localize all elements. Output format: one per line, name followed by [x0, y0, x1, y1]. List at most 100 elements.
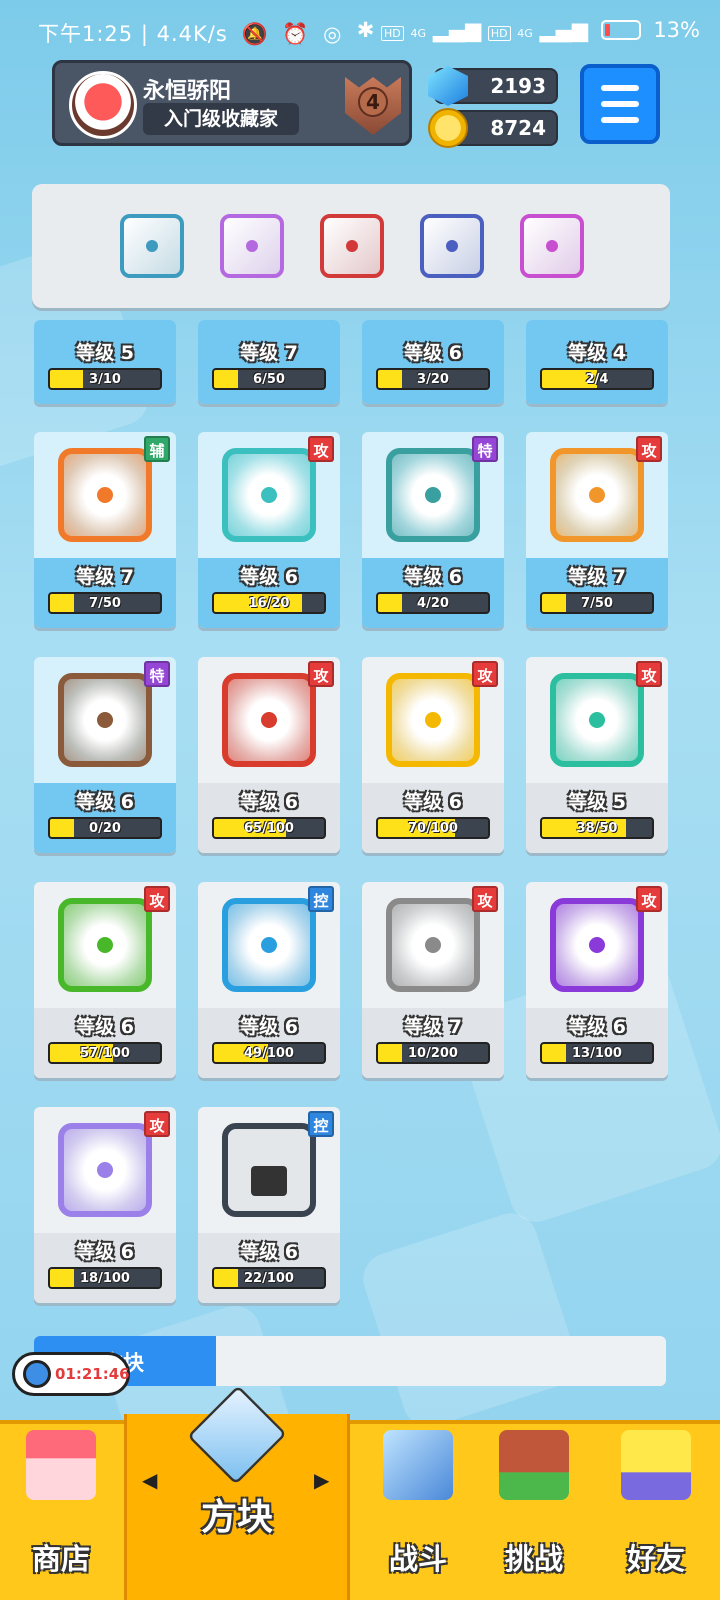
dice-icon: [58, 673, 152, 767]
status-bar: 下午1:25 | 4.4K/s 🔕 ⏰ ◎ ✱ HD 4G ▂▄▆ HD 4G …: [0, 0, 720, 62]
progress-text: 0/20: [89, 821, 121, 836]
die-pip: [97, 937, 113, 953]
progress-bar: 57/100: [48, 1042, 162, 1064]
dice-level: 等级 6: [240, 566, 298, 588]
type-tag-attack: 攻: [636, 661, 662, 687]
die-pip: [146, 240, 158, 252]
die-pip: [246, 240, 258, 252]
dice-icon: [550, 673, 644, 767]
type-tag-control: 控: [308, 886, 334, 912]
die-pip: [261, 487, 277, 503]
nav-dice-label: 方块: [200, 1497, 273, 1538]
dice-card[interactable]: 控等级 6 22/100: [198, 1107, 340, 1303]
nav-challenge[interactable]: 挑战: [476, 1420, 592, 1600]
dice-card[interactable]: 控等级 6 49/100: [198, 882, 340, 1078]
hd-badge-2: HD: [487, 26, 511, 41]
nav-challenge-label: 挑战: [504, 1542, 563, 1576]
progress-bar: 7/50: [48, 592, 162, 614]
dice-card[interactable]: 攻等级 6 65/100: [198, 657, 340, 853]
equipped-slot-storm[interactable]: [120, 214, 184, 278]
trophy-icon[interactable]: 4: [345, 77, 401, 135]
type-tag-control: 控: [308, 1111, 334, 1137]
nav-prev-arrow[interactable]: ◀: [142, 1468, 157, 1492]
dice-icon: [550, 898, 644, 992]
progress-text: 22/100: [244, 1271, 294, 1286]
nav-friends[interactable]: 好友: [592, 1420, 720, 1600]
clock-icon: [23, 1360, 51, 1388]
progress-bar: 3/10: [48, 368, 162, 390]
dice-card[interactable]: 等级 4 2/4: [526, 320, 668, 404]
equipped-slot-crack[interactable]: [320, 214, 384, 278]
progress-text: 16/20: [248, 596, 290, 611]
progress-bar: 65/100: [212, 817, 326, 839]
dice-card[interactable]: 特等级 6 0/20: [34, 657, 176, 853]
type-tag-attack: 攻: [144, 886, 170, 912]
progress-text: 7/50: [89, 596, 121, 611]
die-pip: [346, 240, 358, 252]
progress-text: 57/100: [80, 1046, 130, 1061]
nav-next-arrow[interactable]: ▶: [314, 1468, 329, 1492]
mute-bell-icon: 🔕: [241, 22, 269, 46]
progress-bar: 18/100: [48, 1267, 162, 1289]
rank-title: 入门级收藏家: [143, 103, 299, 135]
signal-icon-2: ▂▄▆: [539, 18, 588, 42]
dice-card[interactable]: 等级 6 3/20: [362, 320, 504, 404]
gem-counter[interactable]: 2193: [428, 66, 558, 106]
equipped-slot-rainbow[interactable]: [220, 214, 284, 278]
dice-card[interactable]: 攻等级 7 10/200: [362, 882, 504, 1078]
shop-timer: 01:21:46: [12, 1352, 130, 1396]
dice-card[interactable]: 攻等级 7 7/50: [526, 432, 668, 628]
progress-text: 3/20: [417, 372, 449, 387]
avatar[interactable]: [69, 71, 137, 139]
menu-icon: [601, 85, 639, 91]
background-dice-decoration: [356, 1206, 584, 1434]
dice-card[interactable]: 辅等级 7 7/50: [34, 432, 176, 628]
battery-icon: [600, 20, 641, 40]
dice-card[interactable]: 攻等级 6 18/100: [34, 1107, 176, 1303]
dice-card[interactable]: 攻等级 5 38/50: [526, 657, 668, 853]
equipped-slot-teleport[interactable]: [520, 214, 584, 278]
dice-card[interactable]: 等级 7 6/50: [198, 320, 340, 404]
dice-card[interactable]: 攻等级 6 13/100: [526, 882, 668, 1078]
dice-level: 等级 6: [404, 342, 462, 364]
nav-shop-label: 商店: [31, 1542, 90, 1576]
equipped-slot-gear[interactable]: [420, 214, 484, 278]
hd-badge-1: HD: [381, 26, 404, 41]
progress-bar: 0/20: [48, 817, 162, 839]
nav-battle-label: 战斗: [388, 1542, 447, 1576]
progress-bar: 13/100: [540, 1042, 654, 1064]
dice-icon: [58, 1123, 152, 1217]
coin-amount: 8724: [490, 116, 546, 140]
type-tag-attack: 攻: [472, 886, 498, 912]
nav-battle[interactable]: 战斗: [360, 1420, 476, 1600]
progress-text: 38/50: [576, 821, 618, 836]
battery-percent: 13%: [653, 18, 700, 42]
dice-card[interactable]: 等级 5 3/10: [34, 320, 176, 404]
dice-card[interactable]: 攻等级 6 57/100: [34, 882, 176, 1078]
dice-card[interactable]: 攻等级 6 70/100: [362, 657, 504, 853]
die-pip: [425, 487, 441, 503]
dice-card[interactable]: 特等级 6 4/20: [362, 432, 504, 628]
progress-text: 2/4: [585, 372, 609, 387]
dice-card[interactable]: 攻等级 6 16/20: [198, 432, 340, 628]
network-speed: 4.4K/s: [156, 22, 228, 46]
type-tag-attack: 攻: [636, 886, 662, 912]
die-pip: [546, 240, 558, 252]
dice-level: 等级 6: [404, 566, 462, 588]
type-tag-attack: 攻: [636, 436, 662, 462]
dice-level: 等级 6: [76, 1016, 134, 1038]
shop-icon: [26, 1430, 96, 1500]
profile-panel[interactable]: 永恒骄阳 入门级收藏家 4: [52, 60, 412, 146]
signal-icon-1: ▂▄▆: [432, 18, 482, 42]
challenge-icon: [499, 1430, 569, 1500]
coin-counter[interactable]: 8724: [428, 108, 558, 148]
die-pip: [446, 240, 458, 252]
nav-friends-label: 好友: [626, 1542, 685, 1576]
die-pip: [97, 1162, 113, 1178]
progress-bar: 7/50: [540, 592, 654, 614]
dice-icon: [386, 898, 480, 992]
die-pip: [589, 487, 605, 503]
nav-shop[interactable]: 商店: [0, 1420, 122, 1600]
menu-button[interactable]: [580, 64, 660, 144]
status-right: ✱ HD 4G ▂▄▆ HD 4G ▂▄▆ 13%: [357, 18, 700, 42]
